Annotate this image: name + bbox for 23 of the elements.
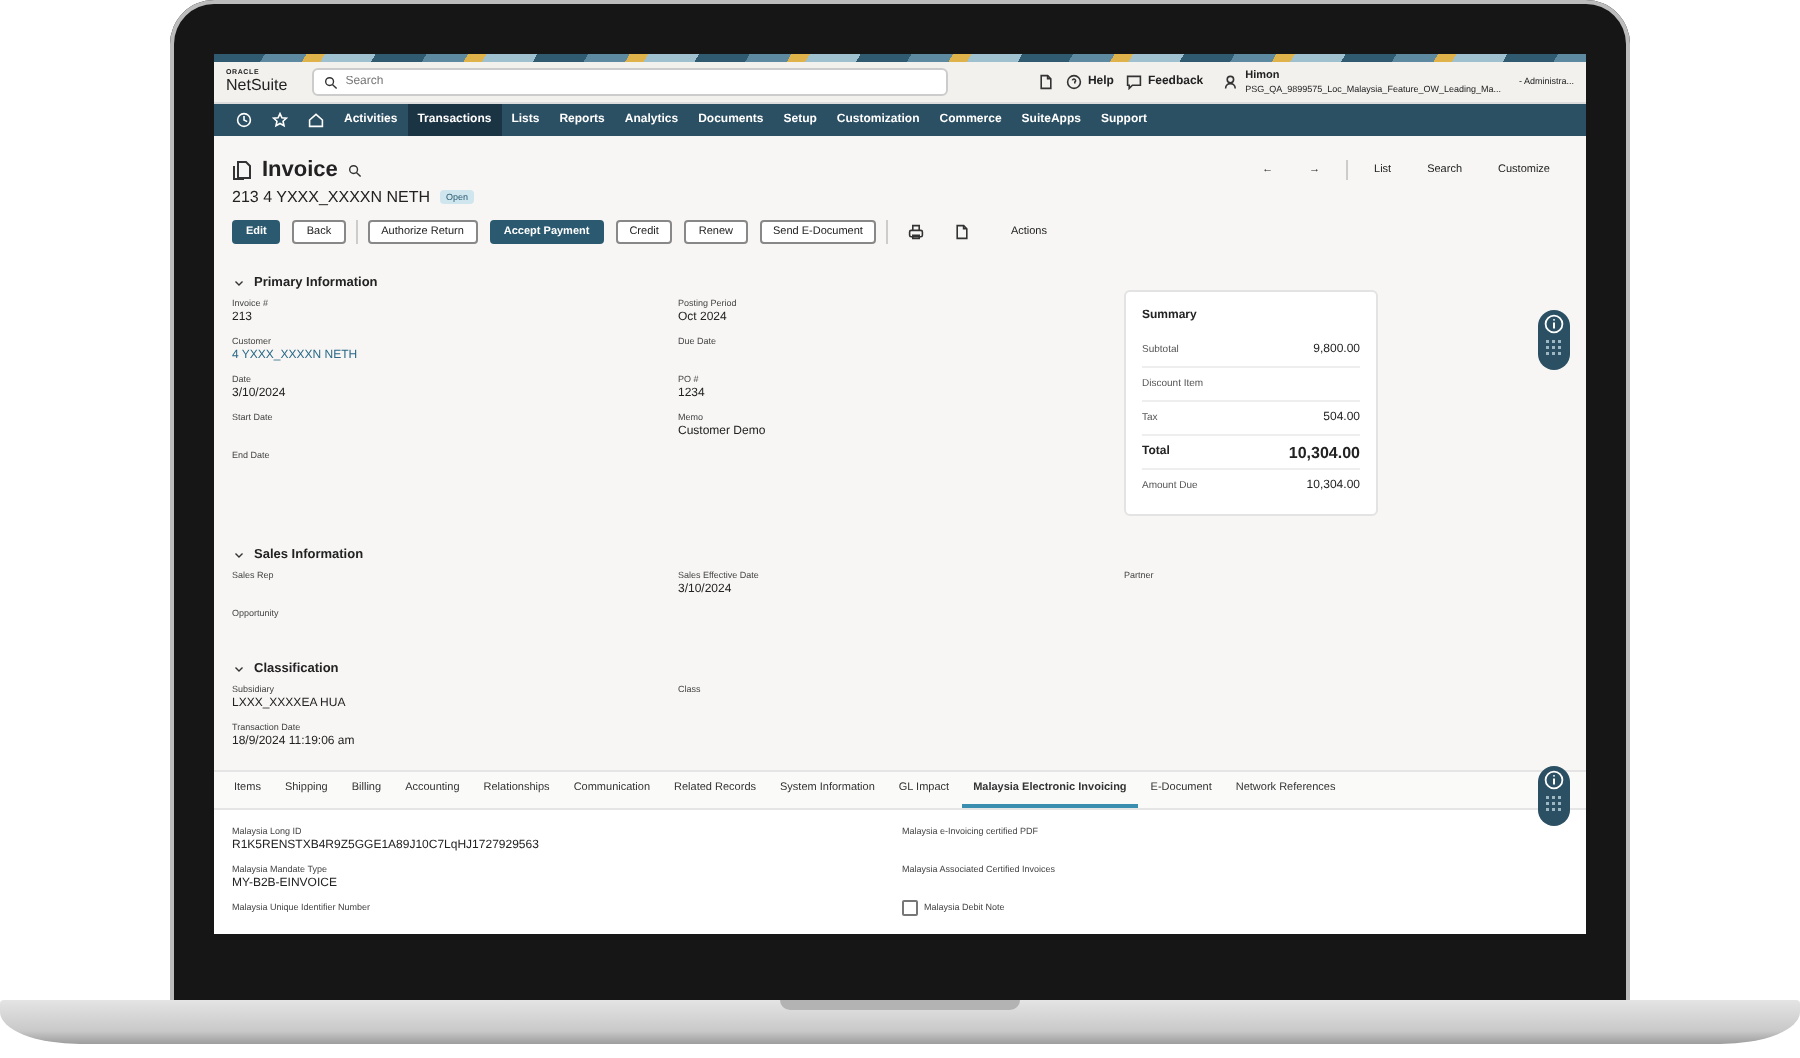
document-icon <box>954 224 971 240</box>
search-icon <box>323 75 338 89</box>
info-icon[interactable] <box>1544 314 1564 334</box>
chat-bubble-icon <box>1125 74 1142 90</box>
record-title: 213 4 YXXX_XXXXN NETH <box>232 188 431 206</box>
document-icon <box>1037 74 1054 90</box>
search-icon <box>347 163 362 177</box>
star-icon <box>272 112 288 128</box>
logo[interactable]: NetSuite <box>226 77 288 94</box>
help-icon <box>1065 74 1082 90</box>
assistant-widget[interactable] <box>1538 310 1570 370</box>
grid-icon[interactable] <box>1546 794 1562 814</box>
printer-icon <box>908 224 925 240</box>
checkbox[interactable] <box>902 900 918 916</box>
summary-value: 10,304.00 <box>1288 443 1360 461</box>
invoice-icon <box>232 160 252 180</box>
info-icon[interactable] <box>1544 770 1564 790</box>
home-icon <box>308 112 324 128</box>
grid-icon[interactable] <box>1546 338 1562 358</box>
assistant-widget[interactable] <box>1538 766 1570 826</box>
user-icon <box>1223 73 1240 90</box>
history-icon <box>236 112 252 128</box>
page-title: Invoice <box>262 158 338 182</box>
